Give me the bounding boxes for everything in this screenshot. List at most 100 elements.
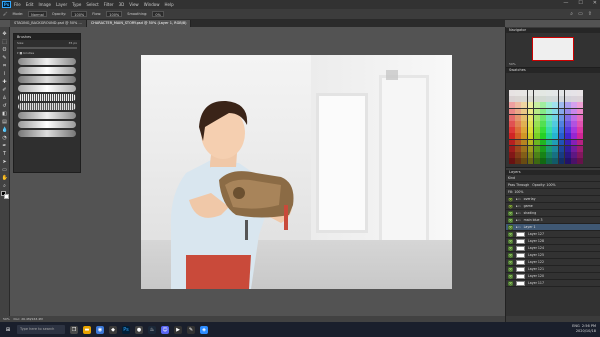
swatch[interactable] bbox=[527, 102, 534, 109]
swatch[interactable] bbox=[521, 145, 528, 152]
swatch[interactable] bbox=[571, 145, 577, 152]
gradient-tool-icon[interactable]: ▤ bbox=[2, 119, 8, 125]
menu-select[interactable]: Select bbox=[86, 2, 98, 7]
swatch[interactable] bbox=[577, 158, 583, 164]
swatch[interactable] bbox=[552, 158, 559, 164]
layer-name[interactable]: main blue 3 bbox=[524, 218, 543, 222]
swatch[interactable] bbox=[552, 96, 559, 102]
quick-select-tool-icon[interactable]: ✎ bbox=[2, 55, 8, 61]
swatch[interactable] bbox=[527, 127, 534, 133]
swatch[interactable] bbox=[521, 158, 528, 164]
swatch[interactable] bbox=[515, 108, 521, 115]
swatch[interactable] bbox=[509, 108, 515, 115]
type-tool-icon[interactable]: T bbox=[2, 151, 8, 157]
swatch[interactable] bbox=[515, 114, 521, 121]
menu-image[interactable]: Image bbox=[38, 2, 51, 7]
photoshop-taskbar-icon[interactable]: Ps bbox=[122, 325, 130, 334]
layer-row[interactable]: 👁 Layer 128 bbox=[506, 238, 600, 245]
swatch[interactable] bbox=[509, 121, 515, 127]
layer-row[interactable]: 👁 ▸▭ game bbox=[506, 203, 600, 210]
swatch[interactable] bbox=[571, 108, 577, 115]
navigator-thumbnail[interactable] bbox=[532, 37, 574, 61]
swatch[interactable] bbox=[527, 152, 534, 158]
windows-start-icon[interactable]: ⊞ bbox=[4, 326, 12, 334]
swatch[interactable] bbox=[527, 121, 534, 127]
swatch[interactable] bbox=[552, 139, 559, 146]
swatch[interactable] bbox=[521, 139, 528, 146]
eye-icon[interactable]: 👁 bbox=[508, 224, 513, 230]
opacity-field[interactable]: 100% bbox=[71, 11, 88, 17]
workspace-icon[interactable]: ▭ bbox=[578, 11, 583, 17]
swatch[interactable] bbox=[564, 102, 571, 109]
brush-stroke-6[interactable] bbox=[18, 103, 76, 110]
swatch[interactable] bbox=[546, 127, 552, 133]
swatch[interactable] bbox=[533, 133, 540, 140]
eyedropper-tool-icon[interactable]: ⌇ bbox=[2, 71, 8, 77]
menu-edit[interactable]: Edit bbox=[26, 2, 34, 7]
swatch[interactable] bbox=[540, 90, 546, 96]
swatch[interactable] bbox=[509, 102, 515, 109]
swatch[interactable] bbox=[540, 108, 546, 115]
swatch[interactable] bbox=[521, 102, 528, 109]
menu-window[interactable]: Window bbox=[144, 2, 160, 7]
marquee-tool-icon[interactable]: ⬚ bbox=[2, 39, 8, 45]
swatch[interactable] bbox=[509, 133, 515, 140]
swatch[interactable] bbox=[571, 158, 577, 164]
zoom-tool-icon[interactable]: ⌕ bbox=[2, 183, 8, 189]
swatch[interactable] bbox=[546, 133, 552, 140]
brush-stroke-9[interactable] bbox=[18, 130, 76, 137]
minimize-button[interactable]: — bbox=[563, 0, 568, 6]
eye-icon[interactable]: 👁 bbox=[508, 266, 513, 272]
swatch-grid[interactable] bbox=[509, 90, 583, 164]
layer-row[interactable]: 👁 Layer 122 bbox=[506, 259, 600, 266]
swatch[interactable] bbox=[577, 96, 583, 102]
swatch[interactable] bbox=[552, 127, 559, 133]
background-color[interactable] bbox=[3, 194, 9, 199]
swatch[interactable] bbox=[533, 108, 540, 115]
swatch[interactable] bbox=[564, 133, 571, 140]
folder-icon[interactable]: ▸▭ bbox=[516, 204, 521, 208]
swatch[interactable] bbox=[533, 96, 540, 102]
swatch[interactable] bbox=[515, 127, 521, 133]
swatch[interactable] bbox=[546, 158, 552, 164]
folder-icon[interactable]: ▸▭ bbox=[516, 197, 521, 201]
swatch[interactable] bbox=[546, 108, 552, 115]
swatch[interactable] bbox=[564, 108, 571, 115]
layer-thumbnail[interactable] bbox=[516, 238, 525, 244]
swatch[interactable] bbox=[540, 139, 546, 146]
swatch[interactable] bbox=[521, 96, 528, 102]
layer-name[interactable]: Layer 124 bbox=[528, 246, 544, 250]
swatch[interactable] bbox=[533, 158, 540, 164]
layer-thumbnail[interactable] bbox=[516, 231, 525, 237]
swatch[interactable] bbox=[515, 145, 521, 152]
swatch[interactable] bbox=[509, 158, 515, 164]
swatch[interactable] bbox=[564, 96, 571, 102]
swatch[interactable] bbox=[546, 121, 552, 127]
swatch[interactable] bbox=[571, 114, 577, 121]
swatch[interactable] bbox=[546, 139, 552, 146]
layer-row[interactable]: 👁 ▸▭ overlay bbox=[506, 196, 600, 203]
menu-3d[interactable]: 3D bbox=[119, 2, 125, 7]
swatch[interactable] bbox=[515, 121, 521, 127]
brush-folder-label[interactable]: ▾ ■ bristles bbox=[17, 51, 34, 55]
swatch[interactable] bbox=[558, 145, 565, 152]
layer-row[interactable]: 👁 Layer 125 bbox=[506, 252, 600, 259]
task-view-icon[interactable]: ❐ bbox=[70, 325, 78, 334]
swatch[interactable] bbox=[540, 145, 546, 152]
tab-document-1[interactable]: STAGING_BACKGROUND.psd @ 50% ... bbox=[10, 20, 87, 27]
layer-row[interactable]: 👁 ▸▭ Layer 1 bbox=[506, 224, 600, 231]
swatch[interactable] bbox=[571, 133, 577, 140]
history-brush-icon[interactable]: ↺ bbox=[2, 103, 8, 109]
search-icon[interactable]: ⌕ bbox=[570, 11, 573, 17]
discord-icon[interactable]: ☺ bbox=[161, 325, 169, 334]
swatch[interactable] bbox=[577, 114, 583, 121]
mode-select[interactable]: Normal bbox=[28, 11, 47, 17]
app-icon-4[interactable]: ◈ bbox=[200, 325, 208, 334]
swatch[interactable] bbox=[515, 102, 521, 109]
menu-file[interactable]: File bbox=[14, 2, 21, 7]
brush-size-value[interactable]: 35 px bbox=[69, 41, 77, 45]
swatch[interactable] bbox=[552, 152, 559, 158]
tab-document-2[interactable]: CHARACTER_MAIN_STORY.psd @ 50% (Layer 1,… bbox=[86, 20, 192, 27]
swatch[interactable] bbox=[552, 114, 559, 121]
swatch[interactable] bbox=[558, 96, 565, 102]
